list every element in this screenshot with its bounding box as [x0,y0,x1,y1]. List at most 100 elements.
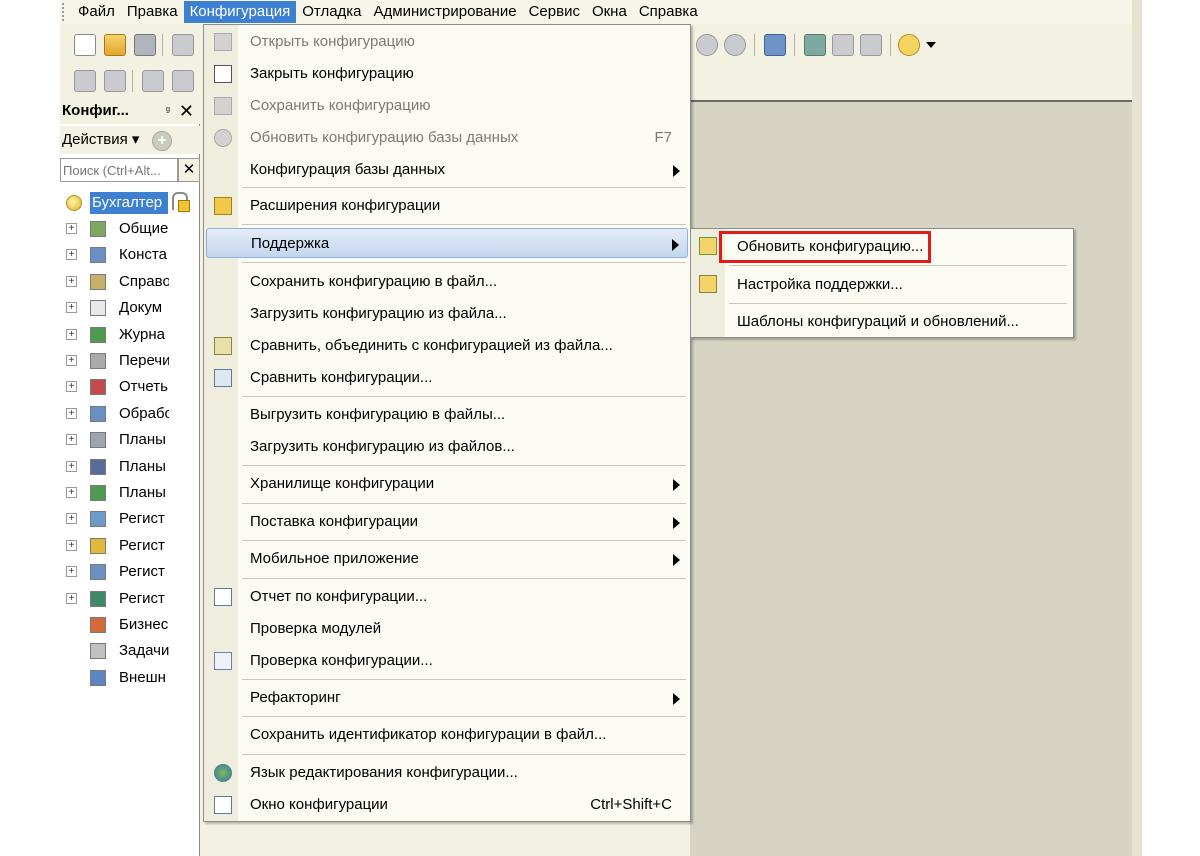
menu-item-db-config[interactable]: Конфигурация базы данных [206,155,688,185]
syntax-helper-icon[interactable] [860,34,882,56]
open-folder-icon[interactable] [104,34,126,56]
config-window-icon[interactable] [74,70,96,92]
tree-item[interactable]: + Планы [60,482,200,504]
expand-icon[interactable]: + [66,275,77,287]
actions-button[interactable]: Действия ▾ [62,131,139,148]
expand-icon[interactable]: + [66,487,77,498]
search-icon[interactable] [832,34,854,56]
expand-icon[interactable]: + [66,223,77,234]
menu-item-export-files[interactable]: Выгрузить конфигурацию в файлы... [206,400,688,430]
menu-item-mobile-app[interactable]: Мобильное приложение [206,544,688,574]
expand-icon[interactable]: + [66,302,77,314]
info-icon[interactable] [898,34,920,56]
tree-item[interactable]: Задачи [60,640,200,662]
tree-item[interactable]: + Обрабо [60,403,200,425]
menu-item-save-config[interactable]: Сохранить конфигурацию [206,91,688,121]
cut-icon[interactable] [172,34,194,56]
menubar-grip[interactable] [62,3,66,21]
update-db-icon[interactable] [142,70,164,92]
undo-icon[interactable] [696,34,718,56]
menu-item-compare-merge[interactable]: Сравнить, объединить с конфигурацией из … [206,331,688,361]
menu-item-config-report[interactable]: Отчет по конфигурации... [206,582,688,612]
menu-item-extensions[interactable]: Расширения конфигурации [206,191,688,221]
expand-icon[interactable]: + [66,355,77,366]
tree-item[interactable]: Внешн [60,667,200,689]
expand-icon[interactable]: + [66,460,77,472]
menu-help[interactable]: Справка [633,1,704,23]
close-panel-icon[interactable]: ✕ [179,98,194,124]
tree-item[interactable]: + Планы [60,456,200,478]
user-icon[interactable] [804,34,826,56]
expand-icon[interactable]: + [66,513,77,525]
tree-item[interactable]: + Планы [60,429,200,451]
submenu-item-templates[interactable]: Шаблоны конфигураций и обновлений... [693,306,1071,338]
expand-icon[interactable]: + [66,249,77,261]
new-document-icon[interactable] [74,34,96,56]
menu-item-update-db-config[interactable]: Обновить конфигурацию базы данных F7 [206,123,688,153]
close-config-icon[interactable] [104,70,126,92]
clear-search-icon[interactable]: ✕ [178,158,200,182]
tree-item[interactable]: + Конста [60,244,200,266]
toolbar-separator [890,34,891,56]
windows-icon[interactable] [764,34,786,56]
menu-item-open-config[interactable]: Открыть конфигурацию [206,27,688,57]
expand-icon[interactable]: + [66,539,77,551]
plans-accounts-icon [90,485,106,501]
menu-separator [729,303,1067,304]
expand-icon[interactable]: + [66,328,77,340]
menu-item-delivery[interactable]: Поставка конфигурации [206,507,688,537]
menu-service[interactable]: Сервис [523,1,586,23]
expand-icon[interactable]: + [66,434,77,446]
menu-configuration[interactable]: Конфигурация [183,1,297,23]
report-icon [214,588,232,606]
menu-item-edit-language[interactable]: Язык редактирования конфигурации... [206,758,688,788]
tree-item-label: Внешн [119,668,166,686]
menu-item-close-config[interactable]: Закрыть конфигурацию [206,59,688,89]
tree-item[interactable]: + Регист [60,535,200,557]
tree-root[interactable]: Бухгалтер [64,192,200,214]
menu-item-compare-configs[interactable]: Сравнить конфигурации... [206,363,688,393]
tree-item[interactable]: + Справо [60,271,200,293]
toolbar-dropdown-icon[interactable] [926,42,936,48]
menu-item-check-modules[interactable]: Проверка модулей [206,614,688,644]
tree-item[interactable]: + Регист [60,588,200,610]
menu-item-repository[interactable]: Хранилище конфигурации [206,469,688,499]
submenu-arrow-icon [672,239,679,251]
menu-item-refactoring[interactable]: Рефакторинг [206,683,688,713]
tree-item[interactable]: + Журна [60,324,200,346]
configuration-panel: Конфиг... ᵍ ✕ Действия ▾ + ✕ Бухгалтер +… [60,98,200,856]
save-icon[interactable] [134,34,156,56]
menu-edit[interactable]: Правка [121,1,184,23]
tree-item[interactable]: + Отчеть [60,376,200,398]
tree-item[interactable]: Бизнес [60,614,200,636]
menu-item-config-window[interactable]: Окно конфигурации Ctrl+Shift+C [206,790,688,820]
submenu-item-support-settings[interactable]: Настройка поддержки... [693,269,1071,301]
expand-icon[interactable]: + [66,381,77,393]
menu-file[interactable]: Файл [72,1,121,23]
menu-item-support[interactable]: Поддержка [206,228,688,258]
tree-item[interactable]: + Общие [60,218,200,240]
tree-item-label: Обрабо [119,404,169,422]
tasks-icon [90,643,106,660]
table-icon[interactable] [172,70,194,92]
menu-item-check-config[interactable]: Проверка конфигурации... [206,646,688,676]
add-icon[interactable]: + [152,131,172,151]
tree-item[interactable]: + Регист [60,508,200,530]
menu-windows[interactable]: Окна [586,1,633,23]
shortcut-f7: F7 [654,129,672,146]
expand-icon[interactable]: + [66,566,77,578]
tree-item[interactable]: + Регист [60,561,200,583]
menu-item-save-to-file[interactable]: Сохранить конфигурацию в файл... [206,267,688,297]
tree-item[interactable]: + Докум [60,297,200,319]
expand-icon[interactable]: + [66,407,77,419]
redo-icon[interactable] [724,34,746,56]
pin-icon[interactable]: ᵍ [166,98,170,124]
menu-item-load-from-file[interactable]: Загрузить конфигурацию из файла... [206,299,688,329]
expand-icon[interactable]: + [66,592,77,604]
menu-item-import-files[interactable]: Загрузить конфигурацию из файлов... [206,432,688,462]
tree-item[interactable]: + Перечи [60,350,200,372]
menu-debug[interactable]: Отладка [296,1,367,23]
menu-item-save-id[interactable]: Сохранить идентификатор конфигурации в ф… [206,720,688,750]
menu-administration[interactable]: Администрирование [368,1,523,23]
search-input[interactable] [60,158,178,182]
